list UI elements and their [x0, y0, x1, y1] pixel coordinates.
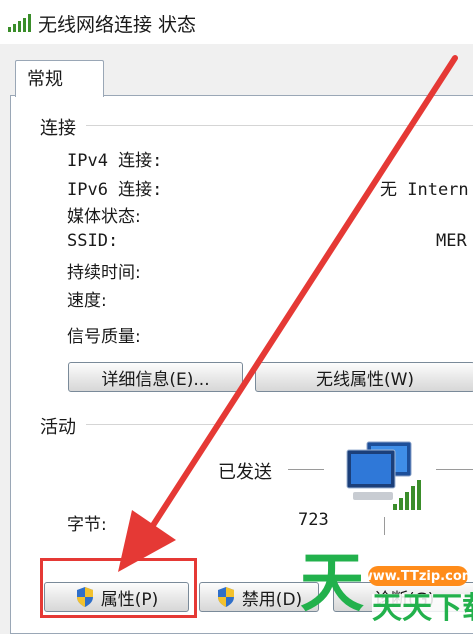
- watermark-logo-char: 天: [300, 547, 364, 621]
- watermark-url: www.TTzip.com: [360, 568, 473, 584]
- tab-general-label: 常规: [27, 69, 63, 90]
- watermark-text: 天天下载: [372, 594, 473, 624]
- watermark-url-badge: www.TTzip.com: [361, 566, 473, 586]
